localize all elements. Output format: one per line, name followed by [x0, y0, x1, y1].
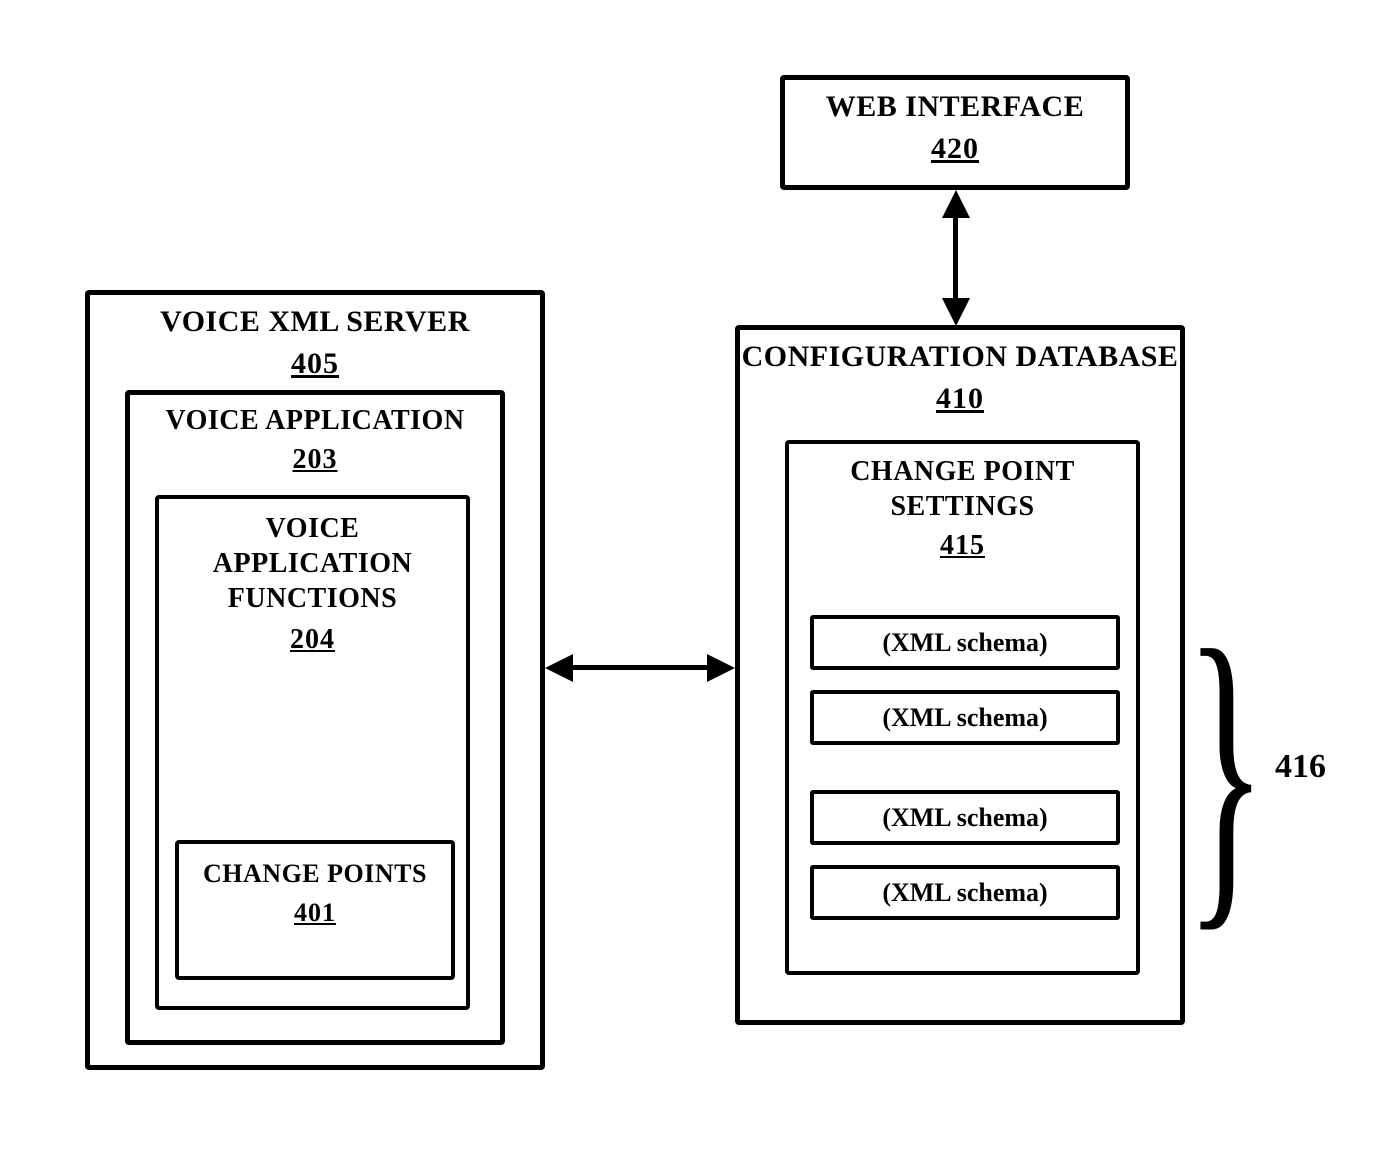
xml-schema-2-label: (XML schema) [882, 703, 1047, 733]
arrowhead-left-icon [545, 654, 573, 682]
change-points-ref: 401 [179, 897, 451, 930]
change-point-settings-l1: CHANGE POINT [789, 454, 1136, 489]
voice-app-functions-l3: FUNCTIONS [159, 581, 466, 616]
arrowhead-right-icon [707, 654, 735, 682]
voice-xml-server-ref: 405 [90, 345, 540, 383]
voice-app-functions-l2: APPLICATION [159, 546, 466, 581]
diagram-canvas: WEB INTERFACE 420 VOICE XML SERVER 405 V… [0, 0, 1373, 1173]
schema-group-ref: 416 [1275, 748, 1326, 786]
arrow-server-to-db [565, 665, 715, 670]
voice-app-functions-ref: 204 [159, 622, 466, 657]
config-db-title: CONFIGURATION DATABASE [740, 338, 1180, 376]
change-points-box: CHANGE POINTS 401 [175, 840, 455, 980]
xml-schema-3: (XML schema) [810, 790, 1120, 845]
change-point-settings-ref: 415 [789, 528, 1136, 563]
voice-application-title: VOICE APPLICATION [130, 403, 500, 438]
change-point-settings-l2: SETTINGS [789, 489, 1136, 524]
arrowhead-down-icon [942, 298, 970, 326]
voice-xml-server-title: VOICE XML SERVER [90, 303, 540, 341]
arrow-web-to-db [953, 208, 958, 308]
xml-schema-1: (XML schema) [810, 615, 1120, 670]
web-interface-ref: 420 [785, 130, 1125, 168]
web-interface-box: WEB INTERFACE 420 [780, 75, 1130, 190]
brace-icon: } [1185, 600, 1267, 940]
xml-schema-4-label: (XML schema) [882, 878, 1047, 908]
xml-schema-1-label: (XML schema) [882, 628, 1047, 658]
voice-app-functions-l1: VOICE [159, 511, 466, 546]
web-interface-title: WEB INTERFACE [785, 88, 1125, 126]
xml-schema-4: (XML schema) [810, 865, 1120, 920]
arrowhead-up-icon [942, 190, 970, 218]
xml-schema-3-label: (XML schema) [882, 803, 1047, 833]
voice-application-ref: 203 [130, 442, 500, 477]
xml-schema-2: (XML schema) [810, 690, 1120, 745]
config-db-ref: 410 [740, 380, 1180, 418]
change-points-title: CHANGE POINTS [179, 858, 451, 891]
